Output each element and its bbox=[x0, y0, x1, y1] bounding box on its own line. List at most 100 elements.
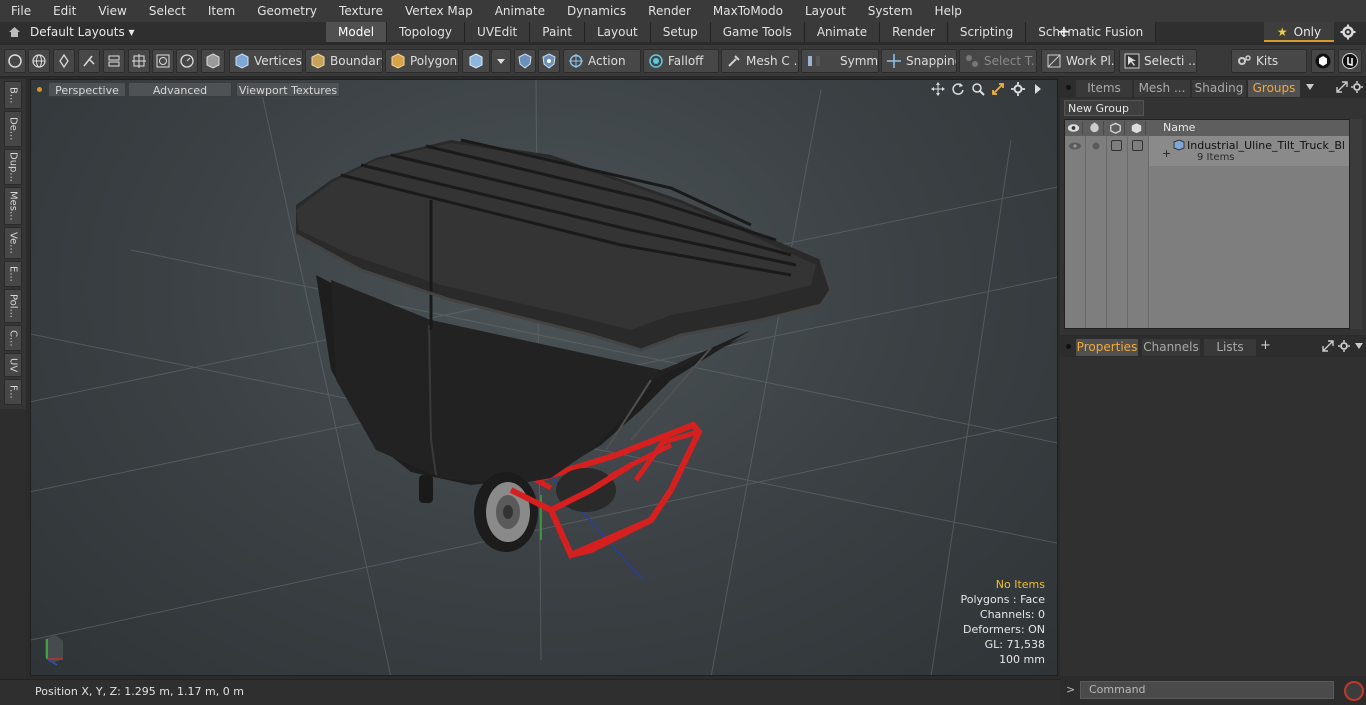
viewport-settings-icon[interactable] bbox=[1011, 82, 1025, 96]
left-tab-polygon[interactable]: Pol... bbox=[4, 289, 22, 323]
select-column-icon[interactable] bbox=[1128, 121, 1146, 135]
brush-button[interactable] bbox=[78, 49, 100, 73]
tab-channels[interactable]: Channels bbox=[1142, 339, 1200, 356]
group-select-checkbox[interactable] bbox=[1132, 140, 1143, 151]
add-panel-tab-button[interactable]: + bbox=[1260, 338, 1271, 353]
pen-button[interactable] bbox=[53, 49, 75, 73]
properties-gear-icon[interactable] bbox=[1338, 340, 1350, 352]
align-button[interactable] bbox=[103, 49, 125, 73]
menu-item[interactable]: Item bbox=[197, 0, 246, 22]
properties-maximize-icon[interactable] bbox=[1322, 340, 1334, 352]
menu-help[interactable]: Help bbox=[924, 0, 973, 22]
menu-file[interactable]: File bbox=[0, 0, 42, 22]
tab-items[interactable]: Items bbox=[1076, 80, 1132, 97]
menu-texture[interactable]: Texture bbox=[328, 0, 394, 22]
tab-properties[interactable]: Properties bbox=[1076, 339, 1138, 356]
new-group-button[interactable]: New Group bbox=[1064, 100, 1144, 116]
menu-view[interactable]: View bbox=[87, 0, 137, 22]
viewport-textures-button[interactable]: Viewport Textures bbox=[236, 82, 340, 97]
tab-animate[interactable]: Animate bbox=[804, 22, 881, 42]
render-column-icon[interactable] bbox=[1086, 121, 1104, 135]
work-plane-button[interactable]: Work Pl... bbox=[1041, 49, 1115, 73]
tab-scripting[interactable]: Scripting bbox=[947, 22, 1027, 42]
tab-schematic-fusion[interactable]: Schematic Fusion bbox=[1026, 22, 1157, 42]
left-tab-basic[interactable]: B... bbox=[4, 81, 22, 109]
menu-maxtomodo[interactable]: MaxToModo bbox=[702, 0, 794, 22]
menu-layout[interactable]: Layout bbox=[794, 0, 857, 22]
gear-icon[interactable] bbox=[1340, 24, 1356, 40]
snap-b-button[interactable] bbox=[538, 49, 560, 73]
symmetry-button[interactable]: Symm ... bbox=[801, 49, 879, 73]
left-tab-fusion[interactable]: F... bbox=[4, 379, 22, 405]
kits-button[interactable]: Kits bbox=[1231, 49, 1307, 73]
left-tab-mesh-edit[interactable]: Mes... bbox=[4, 187, 22, 225]
group-row[interactable]: + Industrial_Uline_Tilt_Truck_Bl ... 9 I… bbox=[1149, 136, 1359, 166]
rotate-view-icon[interactable] bbox=[951, 82, 965, 96]
left-tab-duplicate[interactable]: Dup... bbox=[4, 149, 22, 185]
vertices-button[interactable]: Vertices bbox=[229, 49, 303, 73]
zoom-view-icon[interactable] bbox=[971, 82, 985, 96]
3d-viewport[interactable]: Perspective Advanced Viewport Textures N… bbox=[30, 79, 1058, 676]
advanced-button[interactable]: Advanced bbox=[128, 82, 232, 97]
group-lock-checkbox[interactable] bbox=[1111, 140, 1122, 151]
expand-plus-icon[interactable]: + bbox=[1162, 147, 1171, 160]
command-input[interactable]: Command bbox=[1080, 681, 1334, 699]
tab-setup[interactable]: Setup bbox=[650, 22, 711, 42]
transform-button[interactable] bbox=[128, 49, 150, 73]
tab-model[interactable]: Model bbox=[326, 22, 388, 42]
menu-select[interactable]: Select bbox=[138, 0, 197, 22]
tab-topology[interactable]: Topology bbox=[387, 22, 466, 42]
snapping-button[interactable]: Snapping bbox=[881, 49, 957, 73]
tab-lists[interactable]: Lists bbox=[1204, 339, 1256, 356]
record-macro-icon[interactable] bbox=[1344, 681, 1364, 701]
perspective-button[interactable]: Perspective bbox=[48, 82, 126, 97]
group-render-icon[interactable] bbox=[1089, 141, 1103, 151]
fit-view-icon[interactable] bbox=[991, 82, 1005, 96]
left-tab-curve[interactable]: C... bbox=[4, 325, 22, 351]
viewport-menu-dot[interactable] bbox=[37, 87, 42, 92]
groups-scrollbar[interactable] bbox=[1350, 119, 1362, 329]
command-history-arrow[interactable]: > bbox=[1066, 683, 1075, 696]
falloff-button[interactable]: Falloff bbox=[643, 49, 719, 73]
menu-geometry[interactable]: Geometry bbox=[246, 0, 328, 22]
layout-selector[interactable]: Default Layouts ▾ bbox=[30, 22, 135, 42]
selection-button[interactable]: Selecti ... bbox=[1119, 49, 1197, 73]
snap-a-button[interactable] bbox=[514, 49, 536, 73]
add-tab-button[interactable]: + bbox=[1057, 22, 1071, 42]
select-circle-button[interactable] bbox=[4, 49, 26, 73]
unreal-button[interactable] bbox=[1338, 49, 1362, 73]
menu-animate[interactable]: Animate bbox=[484, 0, 556, 22]
mesh-c-button[interactable]: Mesh C ... bbox=[721, 49, 799, 73]
tab-game-tools[interactable]: Game Tools bbox=[710, 22, 805, 42]
menu-edit[interactable]: Edit bbox=[42, 0, 87, 22]
menu-render[interactable]: Render bbox=[637, 0, 702, 22]
panel-menu-dot[interactable] bbox=[1066, 85, 1071, 90]
group-visibility-icon[interactable] bbox=[1068, 141, 1082, 151]
menu-dynamics[interactable]: Dynamics bbox=[556, 0, 637, 22]
panel-gear-icon[interactable] bbox=[1351, 81, 1363, 93]
move-view-icon[interactable] bbox=[931, 82, 945, 96]
tab-paint[interactable]: Paint bbox=[530, 22, 585, 42]
action-button[interactable]: Action bbox=[563, 49, 641, 73]
left-tab-deform[interactable]: De... bbox=[4, 111, 22, 147]
viewport-expand-icon[interactable] bbox=[1031, 82, 1045, 96]
left-tab-edge[interactable]: E... bbox=[4, 261, 22, 287]
shade-button[interactable] bbox=[201, 49, 225, 73]
only-toggle[interactable]: ★ Only bbox=[1264, 22, 1334, 42]
tab-uvedit[interactable]: UVEdit bbox=[465, 22, 531, 42]
mode-dropdown[interactable] bbox=[491, 49, 511, 73]
frame-button[interactable] bbox=[152, 49, 174, 73]
menu-system[interactable]: System bbox=[857, 0, 924, 22]
properties-menu-dot[interactable] bbox=[1066, 344, 1071, 349]
globe-button[interactable] bbox=[28, 49, 50, 73]
unity-button[interactable] bbox=[1311, 49, 1335, 73]
item-mode-button[interactable] bbox=[462, 49, 490, 73]
boundary-button[interactable]: Boundary bbox=[305, 49, 383, 73]
menu-vertex-map[interactable]: Vertex Map bbox=[394, 0, 484, 22]
tab-layout[interactable]: Layout bbox=[584, 22, 651, 42]
layout-home-icon[interactable] bbox=[9, 27, 20, 37]
panel-maximize-icon[interactable] bbox=[1336, 81, 1348, 93]
polygons-button[interactable]: Polygons bbox=[385, 49, 459, 73]
left-tab-uv[interactable]: UV bbox=[4, 353, 22, 377]
select-t-button[interactable]: Select T... bbox=[959, 49, 1037, 73]
